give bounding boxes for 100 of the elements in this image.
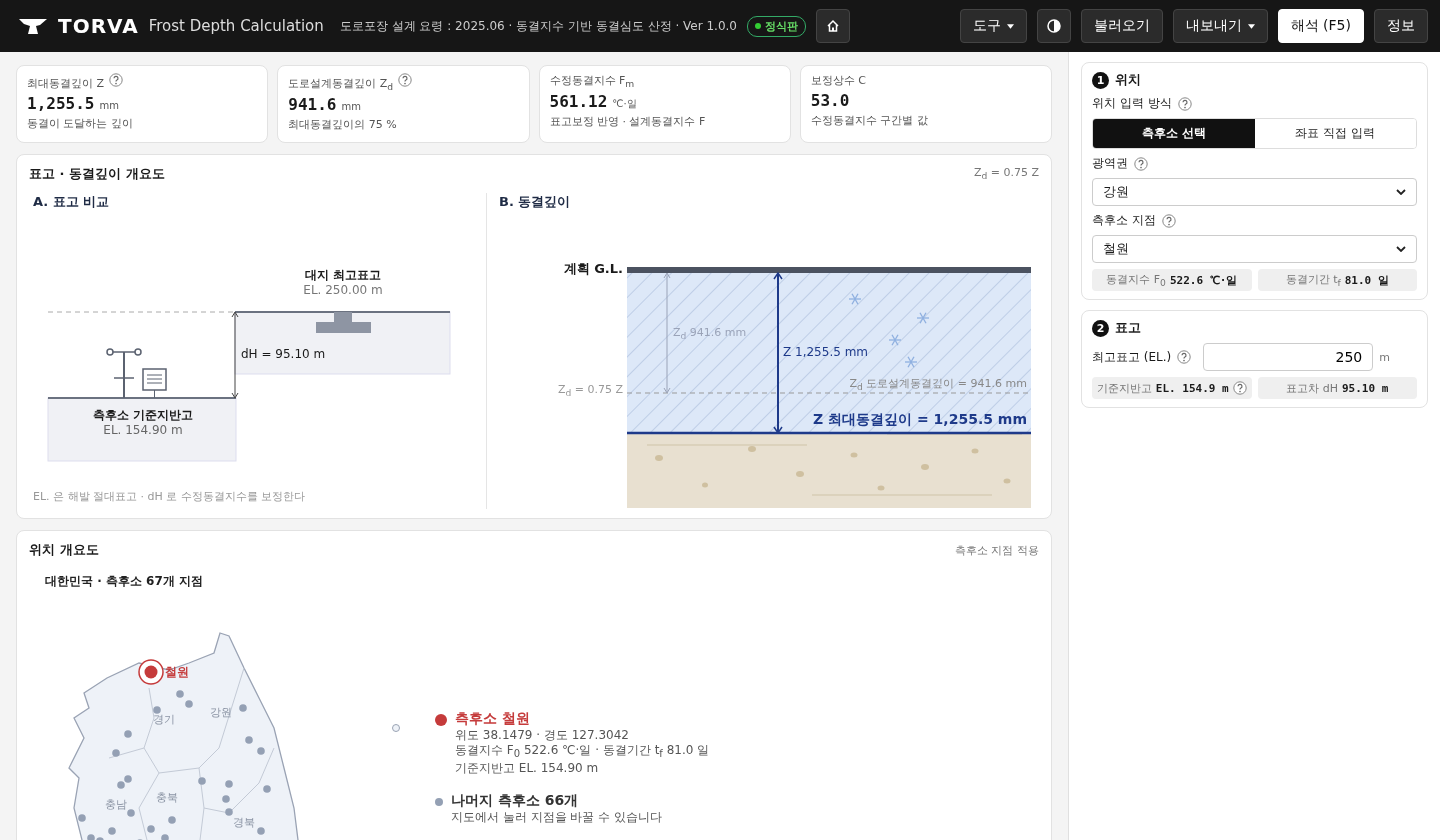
- station-detail: 위도 38.1479 · 경도 127.3042: [455, 728, 630, 743]
- stat-label: 최대동결깊이 Z: [27, 76, 105, 91]
- stat-unit: ℃·일: [612, 97, 637, 112]
- stat-unit: mm: [341, 101, 361, 113]
- chip-value: 95.10 m: [1341, 381, 1389, 395]
- stat-note: 수정동결지수 구간별 값: [810, 113, 929, 128]
- station-dot[interactable]: [263, 785, 271, 793]
- help-icon[interactable]: [1177, 96, 1192, 111]
- chip-label: 동결기간 t$_{f}$: [1285, 271, 1341, 289]
- max-depth-label: Z 최대동결깊이 = 1,255.5 mm: [813, 411, 1027, 429]
- snowflake-icon: [904, 356, 918, 368]
- stat-label: 수정동결지수 F$_{m}$: [549, 73, 635, 90]
- chevron-icon: [1396, 189, 1406, 195]
- help-icon[interactable]: [1161, 213, 1176, 228]
- home-icon: [826, 19, 840, 33]
- region-label: 경북: [233, 816, 255, 829]
- step-number: 2: [1092, 319, 1109, 337]
- mode-tab[interactable]: 측후소 선택: [1093, 119, 1255, 148]
- station-dot[interactable]: [112, 749, 120, 757]
- station-dot[interactable]: [168, 816, 176, 824]
- station-dot[interactable]: [225, 780, 233, 788]
- card-title: 위치 개요도: [29, 541, 99, 559]
- stat-unit: mm: [99, 100, 119, 111]
- station-dot[interactable]: [198, 777, 206, 785]
- toolbar-button[interactable]: 정보: [1374, 9, 1428, 43]
- region-select[interactable]: 강원: [1092, 178, 1417, 206]
- elevation-input[interactable]: 250: [1203, 343, 1374, 371]
- selected-station-marker[interactable]: [138, 659, 164, 685]
- station-dot[interactable]: [78, 814, 86, 822]
- region-label: 충북: [156, 791, 178, 804]
- design-depth-dimension: Z$_{d}$ 941.6 mm: [673, 326, 747, 342]
- card-title: 표고 · 동결깊이 개요도: [29, 165, 165, 183]
- stat-value: 53.0: [810, 91, 850, 110]
- station-dot[interactable]: [124, 730, 132, 738]
- chip-value: 81.0 일: [1344, 272, 1389, 288]
- app-subtitle: Frost Depth Calculation: [148, 17, 324, 35]
- site-elevation: EL. 250.00 m: [302, 283, 384, 297]
- help-icon[interactable]: [398, 73, 413, 87]
- stat-label: 도로설계동결깊이 Z$_{d}$: [288, 76, 394, 93]
- stat-value: 941.6: [288, 95, 337, 115]
- field-label: 광역권: [1092, 155, 1128, 172]
- help-icon[interactable]: [1177, 350, 1192, 364]
- stat-note: 동결이 도달하는 깊이: [27, 116, 134, 131]
- station-detail: 기준지반고 EL. 154.90 m: [455, 761, 600, 777]
- site-label: 대지 최고표고: [303, 267, 383, 284]
- stat-label: 보정상수 C: [810, 73, 866, 88]
- station-dot[interactable]: [153, 706, 161, 714]
- caret-icon: [1006, 23, 1014, 29]
- station-dot[interactable]: [239, 704, 247, 712]
- chip-label: 동결지수 F$_{0}$: [1106, 271, 1166, 289]
- menu-button[interactable]: 내보내기: [1172, 9, 1268, 43]
- home-button[interactable]: [816, 9, 850, 43]
- station-dot[interactable]: [127, 809, 135, 817]
- legend-title: 나머지 측후소 66개: [451, 792, 580, 811]
- help-icon[interactable]: [109, 73, 124, 87]
- station-dot[interactable]: [222, 795, 230, 803]
- panel-title: 위치: [1115, 71, 1141, 89]
- map-title: 대한민국 · 측후소 67개 지점: [45, 573, 204, 590]
- anvil-icon: [18, 16, 48, 36]
- design-depth-label: Z$_{d}$ 도로설계동결깊이 = 941.6 mm: [849, 376, 1027, 393]
- menu-button[interactable]: 도구: [959, 9, 1027, 43]
- help-icon[interactable]: [1134, 156, 1148, 171]
- station-dot[interactable]: [117, 781, 125, 789]
- snowflake-icon: [848, 293, 862, 305]
- design-depth-axis-label: Z$_{d}$ = 0.75 Z: [557, 383, 623, 399]
- step-number: 1: [1092, 71, 1109, 89]
- unit-label: m: [1379, 350, 1390, 364]
- station-dot[interactable]: [176, 690, 184, 698]
- theme-toggle-button[interactable]: [1036, 9, 1071, 43]
- app-info: 도로포장 설계 요령 : 2025.06 · 동결지수 기반 동결심도 산정 · Ver 1.0.0: [339, 17, 737, 35]
- station-dot[interactable]: [225, 808, 233, 816]
- caret-icon: [1247, 23, 1255, 29]
- station-dot[interactable]: [257, 827, 265, 835]
- height-difference-label: dH = 95.10 m: [241, 347, 326, 361]
- station-dot[interactable]: [245, 736, 253, 744]
- ground-level-label: 계획 G.L.: [563, 260, 623, 278]
- chip-label: 기준지반고: [1096, 380, 1152, 396]
- toolbar-button[interactable]: 불러오기: [1080, 9, 1163, 43]
- chip-value: EL. 154.9 m: [1155, 381, 1229, 395]
- station-select[interactable]: 철원: [1092, 235, 1417, 263]
- station-dot[interactable]: [124, 775, 132, 783]
- station-dot[interactable]: [108, 827, 116, 835]
- legend-note: 지도에서 눌러 지점을 바꿀 수 있습니다: [451, 810, 663, 826]
- app-logo: TORVA: [58, 14, 139, 38]
- region-label: 경기: [153, 713, 175, 726]
- apply-station-link[interactable]: 측후소 지점 적용: [955, 542, 1039, 558]
- analyze-button[interactable]: 해석 (F5): [1277, 9, 1364, 43]
- chip-value: 522.6 ℃·일: [1169, 272, 1238, 288]
- field-label: 최고표고 (EL.): [1092, 348, 1172, 366]
- stat-note: 최대동결깊이의 75 %: [288, 117, 398, 133]
- station-elevation: EL. 154.90 m: [102, 423, 184, 437]
- station-dot[interactable]: [185, 700, 193, 708]
- weather-station-icon: [142, 368, 167, 399]
- chip-label: 표고차 dH: [1286, 380, 1338, 396]
- foundation-icon: [316, 312, 371, 333]
- station-dot[interactable]: [147, 825, 155, 833]
- legend-title: 측후소 철원: [455, 710, 531, 728]
- max-depth-dimension: Z 1,255.5 mm: [783, 345, 869, 359]
- station-dot[interactable]: [257, 747, 265, 755]
- help-icon[interactable]: [1232, 381, 1247, 395]
